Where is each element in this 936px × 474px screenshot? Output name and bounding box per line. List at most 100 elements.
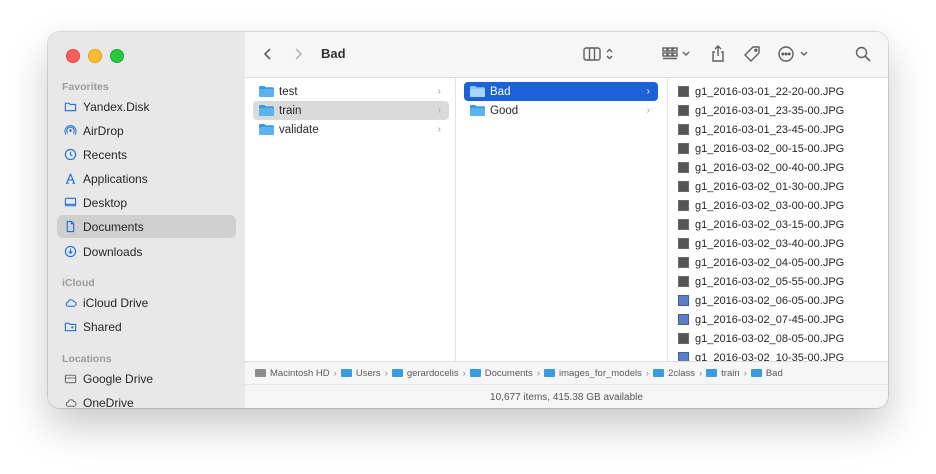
folder-row-bad[interactable]: Bad › [464,82,658,101]
minimize-button[interactable] [88,49,102,63]
close-button[interactable] [66,49,80,63]
toolbar: Bad [245,32,888,78]
image-file-icon [678,238,689,249]
file-row[interactable]: g1_2016-03-02_06-05-00.JPG [668,291,886,310]
view-mode-button[interactable] [583,44,617,64]
file-row[interactable]: g1_2016-03-02_05-55-00.JPG [668,272,886,291]
sidebar-item-yandex-disk[interactable]: Yandex.Disk [57,95,236,118]
chevron-right-icon: › [536,367,540,379]
file-row[interactable]: g1_2016-03-02_03-40-00.JPG [668,234,886,253]
path-label: train [721,367,740,379]
file-row[interactable]: g1_2016-03-02_07-45-00.JPG [668,310,886,329]
tag-button[interactable] [742,44,762,64]
file-row[interactable]: g1_2016-03-01_22-20-00.JPG [668,82,886,101]
sidebar-item-downloads[interactable]: Downloads [57,240,236,263]
sidebar-item-desktop[interactable]: Desktop [57,191,236,214]
path-item-gerardocelis[interactable]: gerardocelis [391,368,459,379]
sidebar-item-recents[interactable]: Recents [57,143,236,166]
document-icon [63,220,77,234]
file-row[interactable]: g1_2016-03-02_04-05-00.JPG [668,253,886,272]
airdrop-icon [63,124,77,138]
icloud-section-title: iCloud [62,277,95,289]
sidebar-item-airdrop[interactable]: AirDrop [57,119,236,142]
sidebar-item-documents[interactable]: Documents [57,215,236,238]
column-1: test › train › validate › [245,78,456,361]
locations-section-title: Locations [62,353,112,365]
share-icon [712,45,724,62]
sidebar: Favorites Yandex.Disk AirDrop Recents Ap… [48,32,246,408]
shared-folder-icon [63,320,77,334]
folder-row-validate[interactable]: validate › [253,120,449,139]
path-item-2class[interactable]: 2class [653,368,695,379]
file-name: g1_2016-03-02_05-55-00.JPG [695,275,845,288]
path-item-bad[interactable]: Bad [750,368,783,379]
path-label: 2class [668,367,695,379]
sidebar-item-label: Recents [83,147,128,162]
file-name: g1_2016-03-02_03-00-00.JPG [695,199,845,212]
sidebar-item-label: Applications [83,171,148,186]
sidebar-item-label: Google Drive [83,371,154,386]
folder-icon [259,86,274,97]
path-item-users[interactable]: Users [340,368,381,379]
file-row[interactable]: g1_2016-03-02_03-00-00.JPG [668,196,886,215]
more-actions-button[interactable] [777,44,811,64]
chevron-right-icon: › [646,105,650,116]
chevron-right-icon: › [437,124,441,135]
column-2: Bad › Good › [456,78,668,361]
file-row[interactable]: g1_2016-03-02_10-35-00.JPG [668,348,886,361]
back-button[interactable] [261,44,275,64]
sidebar-item-shared[interactable]: Shared [57,315,236,338]
forward-button[interactable] [291,44,305,64]
disk-icon [255,369,266,377]
file-row[interactable]: g1_2016-03-02_01-30-00.JPG [668,177,886,196]
file-row[interactable]: g1_2016-03-02_03-15-00.JPG [668,215,886,234]
image-file-icon [678,105,689,116]
path-item-images-for-models[interactable]: images_for_models [543,367,642,379]
window-title: Bad [321,46,346,61]
file-row[interactable]: g1_2016-03-01_23-45-00.JPG [668,120,886,139]
sidebar-item-onedrive[interactable]: OneDrive [57,391,236,408]
folder-icon [259,124,274,135]
image-file-icon [678,295,689,306]
cloud-icon [63,396,77,409]
path-item-documents[interactable]: Documents [469,368,533,379]
share-button[interactable] [708,44,728,64]
image-file-icon [678,314,689,325]
sidebar-item-label: Yandex.Disk [83,99,150,114]
grid-icon [662,47,690,60]
chevron-right-icon: › [333,367,337,379]
folder-name: test [279,85,298,98]
file-name: g1_2016-03-02_01-30-00.JPG [695,180,845,193]
chevron-right-icon: › [437,86,441,97]
file-name: g1_2016-03-02_00-15-00.JPG [695,142,845,155]
file-row[interactable]: g1_2016-03-02_00-15-00.JPG [668,139,886,158]
chevron-right-icon: › [462,367,466,379]
folder-row-good[interactable]: Good › [464,101,658,120]
path-item-macintosh-hd[interactable]: Macintosh HD [255,368,330,379]
folder-row-test[interactable]: test › [253,82,449,101]
home-folder-icon [391,369,403,377]
sidebar-item-applications[interactable]: Applications [57,167,236,190]
folder-row-train[interactable]: train › [253,101,449,120]
path-label: images_for_models [558,367,642,379]
folder-name: train [279,104,302,117]
tag-icon [744,46,760,62]
chevron-right-icon: › [646,86,650,97]
search-button[interactable] [853,44,873,64]
sidebar-item-label: Desktop [83,195,128,210]
path-item-train[interactable]: train [706,367,740,379]
file-row[interactable]: g1_2016-03-02_08-05-00.JPG [668,329,886,348]
ellipsis-circle-icon [778,46,808,62]
image-file-icon [678,257,689,268]
zoom-button[interactable] [110,49,124,63]
applications-icon [63,172,77,186]
sidebar-item-icloud-drive[interactable]: iCloud Drive [57,291,236,314]
folder-name: Bad [490,85,511,98]
file-name: g1_2016-03-02_03-40-00.JPG [695,237,845,250]
group-by-button[interactable] [661,44,693,64]
sidebar-item-google-drive[interactable]: Google Drive [57,367,236,390]
file-row[interactable]: g1_2016-03-01_23-35-00.JPG [668,101,886,120]
drive-icon [63,372,77,386]
image-file-icon [678,276,689,287]
file-row[interactable]: g1_2016-03-02_00-40-00.JPG [668,158,886,177]
